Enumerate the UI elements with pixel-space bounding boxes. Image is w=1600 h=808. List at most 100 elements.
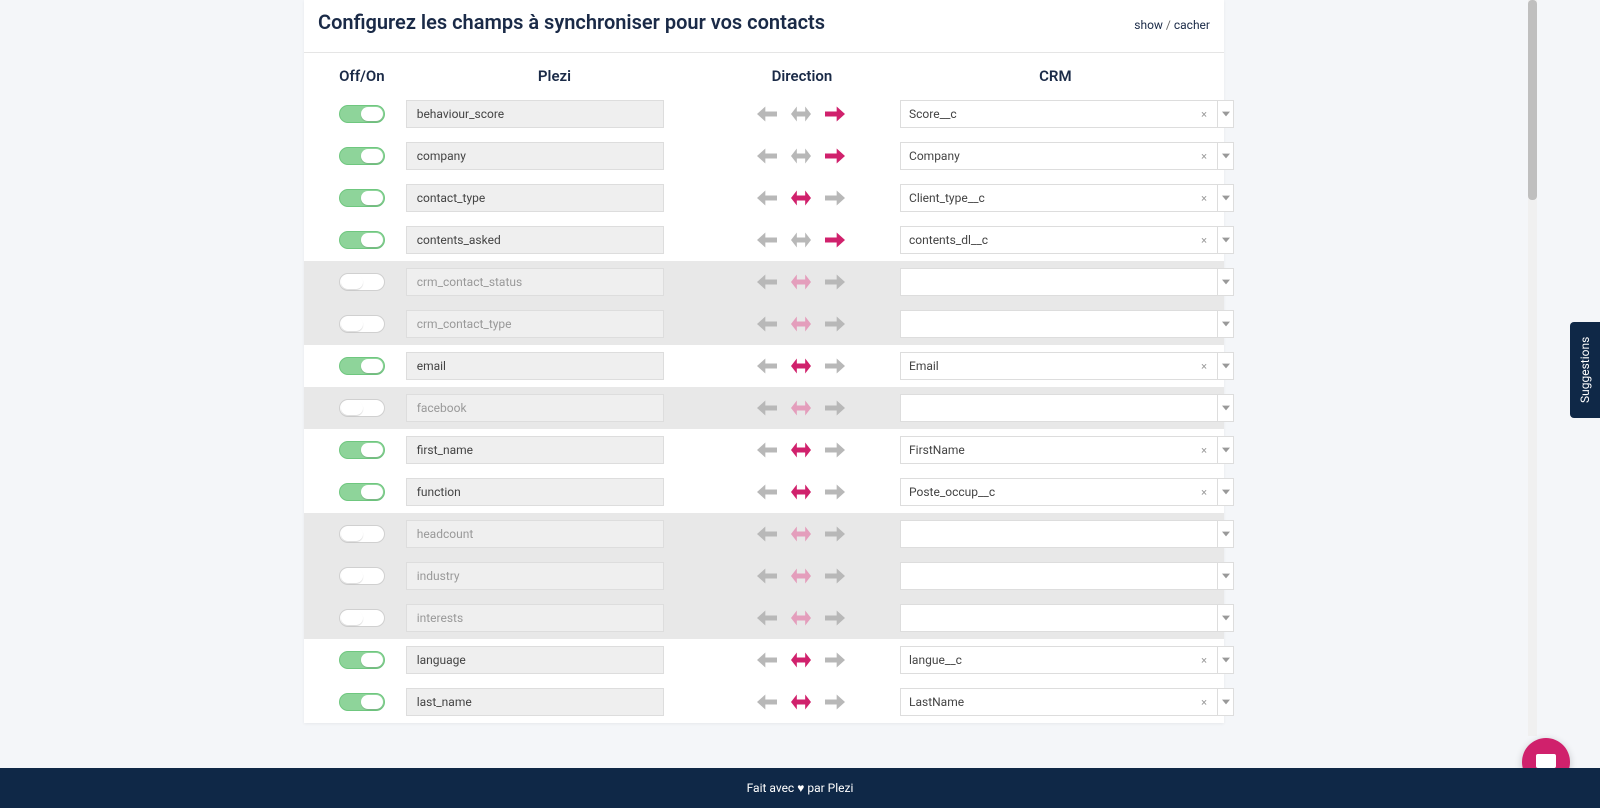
clear-icon[interactable]: × <box>1199 234 1209 247</box>
direction-left-icon[interactable] <box>755 692 779 712</box>
plezi-field[interactable]: language <box>406 646 664 674</box>
crm-select[interactable]: FirstName× <box>900 436 1218 464</box>
crm-select[interactable]: Email× <box>900 352 1218 380</box>
plezi-field[interactable]: crm_contact_status <box>406 268 664 296</box>
clear-icon[interactable]: × <box>1199 360 1209 373</box>
crm-select[interactable] <box>900 268 1218 296</box>
direction-right-icon[interactable] <box>823 230 847 250</box>
toggle-switch[interactable] <box>339 651 385 669</box>
direction-left-icon[interactable] <box>755 146 779 166</box>
direction-both-icon[interactable] <box>789 230 813 250</box>
direction-right-icon[interactable] <box>823 104 847 124</box>
direction-both-icon[interactable] <box>789 608 813 628</box>
crm-select[interactable] <box>900 520 1218 548</box>
plezi-field[interactable]: interests <box>406 604 664 632</box>
crm-select[interactable] <box>900 562 1218 590</box>
direction-left-icon[interactable] <box>755 104 779 124</box>
direction-both-icon[interactable] <box>789 356 813 376</box>
plezi-field[interactable]: contents_asked <box>406 226 664 254</box>
direction-left-icon[interactable] <box>755 566 779 586</box>
toggle-switch[interactable] <box>339 273 385 291</box>
direction-right-icon[interactable] <box>823 440 847 460</box>
chevron-down-icon[interactable] <box>1218 478 1234 506</box>
direction-right-icon[interactable] <box>823 692 847 712</box>
chevron-down-icon[interactable] <box>1218 310 1234 338</box>
plezi-field[interactable]: contact_type <box>406 184 664 212</box>
chevron-down-icon[interactable] <box>1218 226 1234 254</box>
direction-both-icon[interactable] <box>789 566 813 586</box>
chevron-down-icon[interactable] <box>1218 394 1234 422</box>
clear-icon[interactable]: × <box>1199 654 1209 667</box>
direction-both-icon[interactable] <box>789 314 813 334</box>
direction-left-icon[interactable] <box>755 230 779 250</box>
plezi-field[interactable]: facebook <box>406 394 664 422</box>
direction-left-icon[interactable] <box>755 608 779 628</box>
hide-link[interactable]: cacher <box>1174 18 1210 32</box>
direction-left-icon[interactable] <box>755 440 779 460</box>
scrollbar-track[interactable] <box>1528 0 1537 736</box>
crm-select[interactable] <box>900 310 1218 338</box>
show-link[interactable]: show <box>1134 18 1163 32</box>
chevron-down-icon[interactable] <box>1218 562 1234 590</box>
direction-both-icon[interactable] <box>789 650 813 670</box>
toggle-switch[interactable] <box>339 315 385 333</box>
clear-icon[interactable]: × <box>1199 444 1209 457</box>
direction-right-icon[interactable] <box>823 482 847 502</box>
direction-right-icon[interactable] <box>823 314 847 334</box>
direction-right-icon[interactable] <box>823 272 847 292</box>
plezi-field[interactable]: crm_contact_type <box>406 310 664 338</box>
direction-both-icon[interactable] <box>789 398 813 418</box>
crm-select[interactable]: contents_dl__c× <box>900 226 1218 254</box>
direction-right-icon[interactable] <box>823 608 847 628</box>
clear-icon[interactable]: × <box>1199 192 1209 205</box>
toggle-switch[interactable] <box>339 609 385 627</box>
chevron-down-icon[interactable] <box>1218 184 1234 212</box>
chevron-down-icon[interactable] <box>1218 688 1234 716</box>
crm-select[interactable]: Poste_occup__c× <box>900 478 1218 506</box>
direction-left-icon[interactable] <box>755 650 779 670</box>
direction-right-icon[interactable] <box>823 188 847 208</box>
direction-right-icon[interactable] <box>823 146 847 166</box>
chevron-down-icon[interactable] <box>1218 520 1234 548</box>
suggestions-tab[interactable]: Suggestions <box>1570 322 1600 418</box>
toggle-switch[interactable] <box>339 441 385 459</box>
chevron-down-icon[interactable] <box>1218 100 1234 128</box>
direction-left-icon[interactable] <box>755 524 779 544</box>
plezi-field[interactable]: industry <box>406 562 664 590</box>
plezi-field[interactable]: first_name <box>406 436 664 464</box>
crm-select[interactable]: Client_type__c× <box>900 184 1218 212</box>
direction-left-icon[interactable] <box>755 314 779 334</box>
direction-both-icon[interactable] <box>789 104 813 124</box>
clear-icon[interactable]: × <box>1199 486 1209 499</box>
toggle-switch[interactable] <box>339 567 385 585</box>
clear-icon[interactable]: × <box>1199 150 1209 163</box>
crm-select[interactable] <box>900 604 1218 632</box>
direction-left-icon[interactable] <box>755 272 779 292</box>
direction-right-icon[interactable] <box>823 356 847 376</box>
direction-both-icon[interactable] <box>789 272 813 292</box>
direction-both-icon[interactable] <box>789 482 813 502</box>
toggle-switch[interactable] <box>339 189 385 207</box>
direction-left-icon[interactable] <box>755 398 779 418</box>
plezi-field[interactable]: headcount <box>406 520 664 548</box>
direction-right-icon[interactable] <box>823 650 847 670</box>
chevron-down-icon[interactable] <box>1218 142 1234 170</box>
toggle-switch[interactable] <box>339 147 385 165</box>
plezi-field[interactable]: email <box>406 352 664 380</box>
scrollbar-thumb[interactable] <box>1528 0 1537 200</box>
toggle-switch[interactable] <box>339 105 385 123</box>
toggle-switch[interactable] <box>339 525 385 543</box>
crm-select[interactable]: Company× <box>900 142 1218 170</box>
direction-both-icon[interactable] <box>789 188 813 208</box>
crm-select[interactable] <box>900 394 1218 422</box>
clear-icon[interactable]: × <box>1199 108 1209 121</box>
toggle-switch[interactable] <box>339 483 385 501</box>
plezi-field[interactable]: last_name <box>406 688 664 716</box>
chevron-down-icon[interactable] <box>1218 268 1234 296</box>
chevron-down-icon[interactable] <box>1218 604 1234 632</box>
direction-both-icon[interactable] <box>789 524 813 544</box>
toggle-switch[interactable] <box>339 231 385 249</box>
clear-icon[interactable]: × <box>1199 696 1209 709</box>
direction-left-icon[interactable] <box>755 188 779 208</box>
chevron-down-icon[interactable] <box>1218 436 1234 464</box>
